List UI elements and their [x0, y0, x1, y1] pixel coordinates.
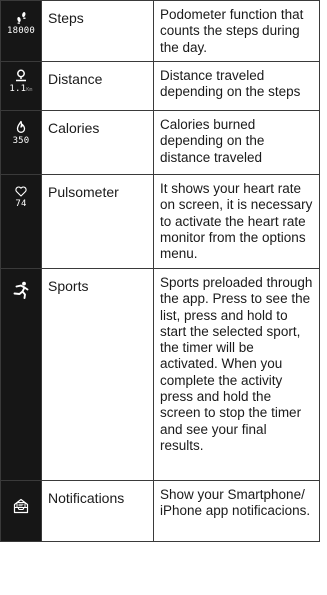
feature-description-sports: Sports preloaded through the app. Press … — [153, 268, 320, 481]
icon-cell — [0, 480, 42, 542]
icon-cell: 18000 — [0, 0, 42, 62]
running-person-icon — [13, 281, 29, 299]
table-row-distance: 1.1Km Distance Distance traveled dependi… — [0, 61, 320, 111]
icon-cell — [0, 268, 42, 481]
heart-rate-value: 74 — [15, 199, 27, 209]
footprints-icon — [17, 12, 26, 24]
feature-description-distance: Distance traveled depending on the steps — [153, 61, 320, 111]
distance-unit: Km — [26, 87, 33, 93]
location-pin-icon — [16, 69, 26, 82]
calories-value: 350 — [12, 136, 30, 146]
table-row-steps: 18000 Steps Podometer function that coun… — [0, 0, 320, 62]
feature-name-calories: Calories — [41, 110, 154, 175]
notification-tray-icon — [13, 498, 29, 514]
table-row-sports: Sports Sports preloaded through the app.… — [0, 268, 320, 481]
feature-description-calories: Calories burned depending on the distanc… — [153, 110, 320, 175]
feature-description-steps: Podometer function that counts the steps… — [153, 0, 320, 62]
feature-name-steps: Steps — [41, 0, 154, 62]
feature-name-notifications: Notifications — [41, 480, 154, 542]
flame-icon — [16, 120, 26, 133]
icon-cell: 74 — [0, 174, 42, 269]
steps-value: 18000 — [6, 26, 36, 36]
table-row-pulsometer: 74 Pulsometer It shows your heart rate o… — [0, 174, 320, 269]
feature-name-sports: Sports — [41, 268, 154, 481]
table-row-notifications: Notifications Show your Smartphone/ iPho… — [0, 480, 320, 542]
feature-name-distance: Distance — [41, 61, 154, 111]
distance-value: 1.1 — [9, 84, 27, 94]
heart-icon — [15, 186, 27, 197]
feature-description-notifications: Show your Smartphone/ iPhone app notific… — [153, 480, 320, 542]
feature-description-pulsometer: It shows your heart rate on screen, it i… — [153, 174, 320, 269]
table-row-calories: 350 Calories Calories burned depending o… — [0, 110, 320, 175]
icon-cell: 350 — [0, 110, 42, 175]
feature-name-pulsometer: Pulsometer — [41, 174, 154, 269]
features-table: 18000 Steps Podometer function that coun… — [0, 0, 320, 542]
icon-cell: 1.1Km — [0, 61, 42, 111]
